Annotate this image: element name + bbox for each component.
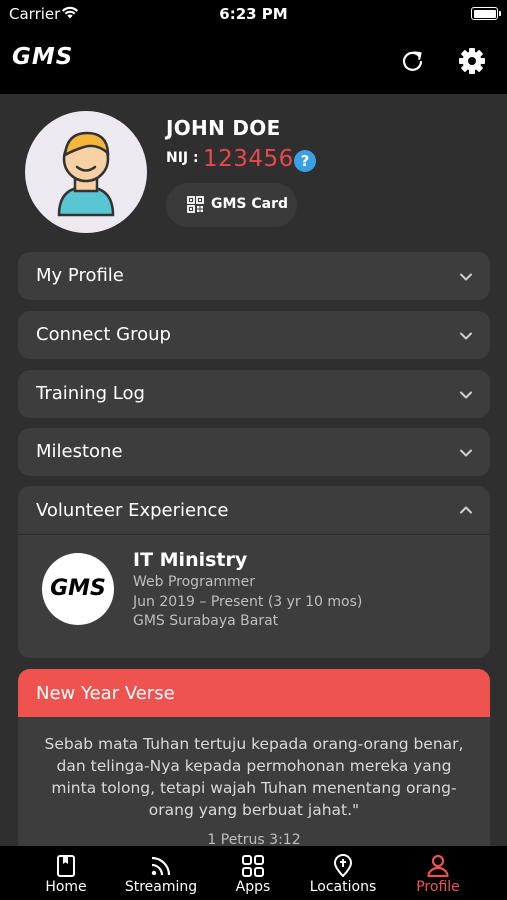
apps-grid-icon	[242, 855, 264, 877]
qr-code-icon	[187, 196, 204, 213]
help-icon[interactable]: ?	[294, 150, 316, 172]
ministry-name: IT Ministry	[133, 549, 248, 571]
volunteer-period: Jun 2019 – Present (3 yr 10 mos)	[133, 594, 363, 610]
tab-label: Home	[45, 879, 87, 895]
clock: 6:23 PM	[219, 5, 288, 23]
avatar[interactable]	[25, 111, 147, 233]
section-my-profile[interactable]: My Profile	[18, 252, 490, 300]
chevron-up-icon	[460, 506, 472, 514]
gms-card-button[interactable]: GMS Card	[166, 183, 297, 227]
nij-label: NIJ :	[166, 150, 199, 166]
verse-title: New Year Verse	[36, 683, 175, 704]
battery-icon	[471, 7, 501, 20]
nij-value: 123456	[203, 146, 294, 172]
tab-label: Streaming	[124, 879, 198, 895]
chevron-down-icon	[460, 332, 472, 340]
tab-locations[interactable]: Locations	[302, 846, 384, 900]
tab-apps[interactable]: Apps	[218, 846, 288, 900]
tab-home[interactable]: Home	[28, 846, 104, 900]
tab-bar: Home Streaming Apps Locations Profile	[0, 846, 507, 900]
status-bar: Carrier 6:23 PM	[0, 0, 507, 28]
section-label: Training Log	[36, 383, 145, 404]
gms-card-label: GMS Card	[211, 196, 289, 212]
section-milestone[interactable]: Milestone	[18, 428, 490, 476]
section-volunteer-experience: Volunteer Experience GMS IT Ministry Web…	[18, 486, 490, 658]
tab-streaming[interactable]: Streaming	[118, 846, 204, 900]
refresh-icon[interactable]	[398, 46, 428, 76]
verse-header: New Year Verse	[18, 669, 490, 717]
chevron-down-icon	[460, 391, 472, 399]
book-icon	[57, 855, 75, 877]
top-bar: Carrier 6:23 PM GMS	[0, 0, 507, 94]
gear-icon[interactable]	[457, 46, 487, 76]
section-label: Milestone	[36, 441, 123, 462]
section-training-log[interactable]: Training Log	[18, 370, 490, 418]
verse-text: Sebab mata Tuhan tertuju kepada orang-or…	[44, 735, 464, 819]
avatar-illustration-icon	[57, 131, 115, 217]
tab-label: Profile	[416, 879, 460, 895]
volunteer-role: Web Programmer	[133, 574, 256, 590]
volunteer-location: GMS Surabaya Barat	[133, 613, 279, 629]
app-logo: GMS	[12, 44, 74, 70]
section-connect-group[interactable]: Connect Group	[18, 311, 490, 359]
tab-profile[interactable]: Profile	[404, 846, 472, 900]
ministry-logo: GMS	[42, 553, 114, 625]
section-label: Connect Group	[36, 324, 171, 345]
tab-label: Locations	[309, 879, 377, 895]
chevron-down-icon	[460, 273, 472, 281]
section-label: My Profile	[36, 265, 124, 286]
profile-icon	[427, 854, 449, 878]
volunteer-header[interactable]: Volunteer Experience	[18, 486, 490, 535]
streaming-icon	[151, 856, 171, 876]
section-label: Volunteer Experience	[36, 500, 229, 521]
chevron-down-icon	[460, 449, 472, 457]
user-name: JOHN DOE	[166, 116, 281, 140]
tab-label: Apps	[235, 879, 271, 895]
location-icon	[333, 854, 353, 878]
